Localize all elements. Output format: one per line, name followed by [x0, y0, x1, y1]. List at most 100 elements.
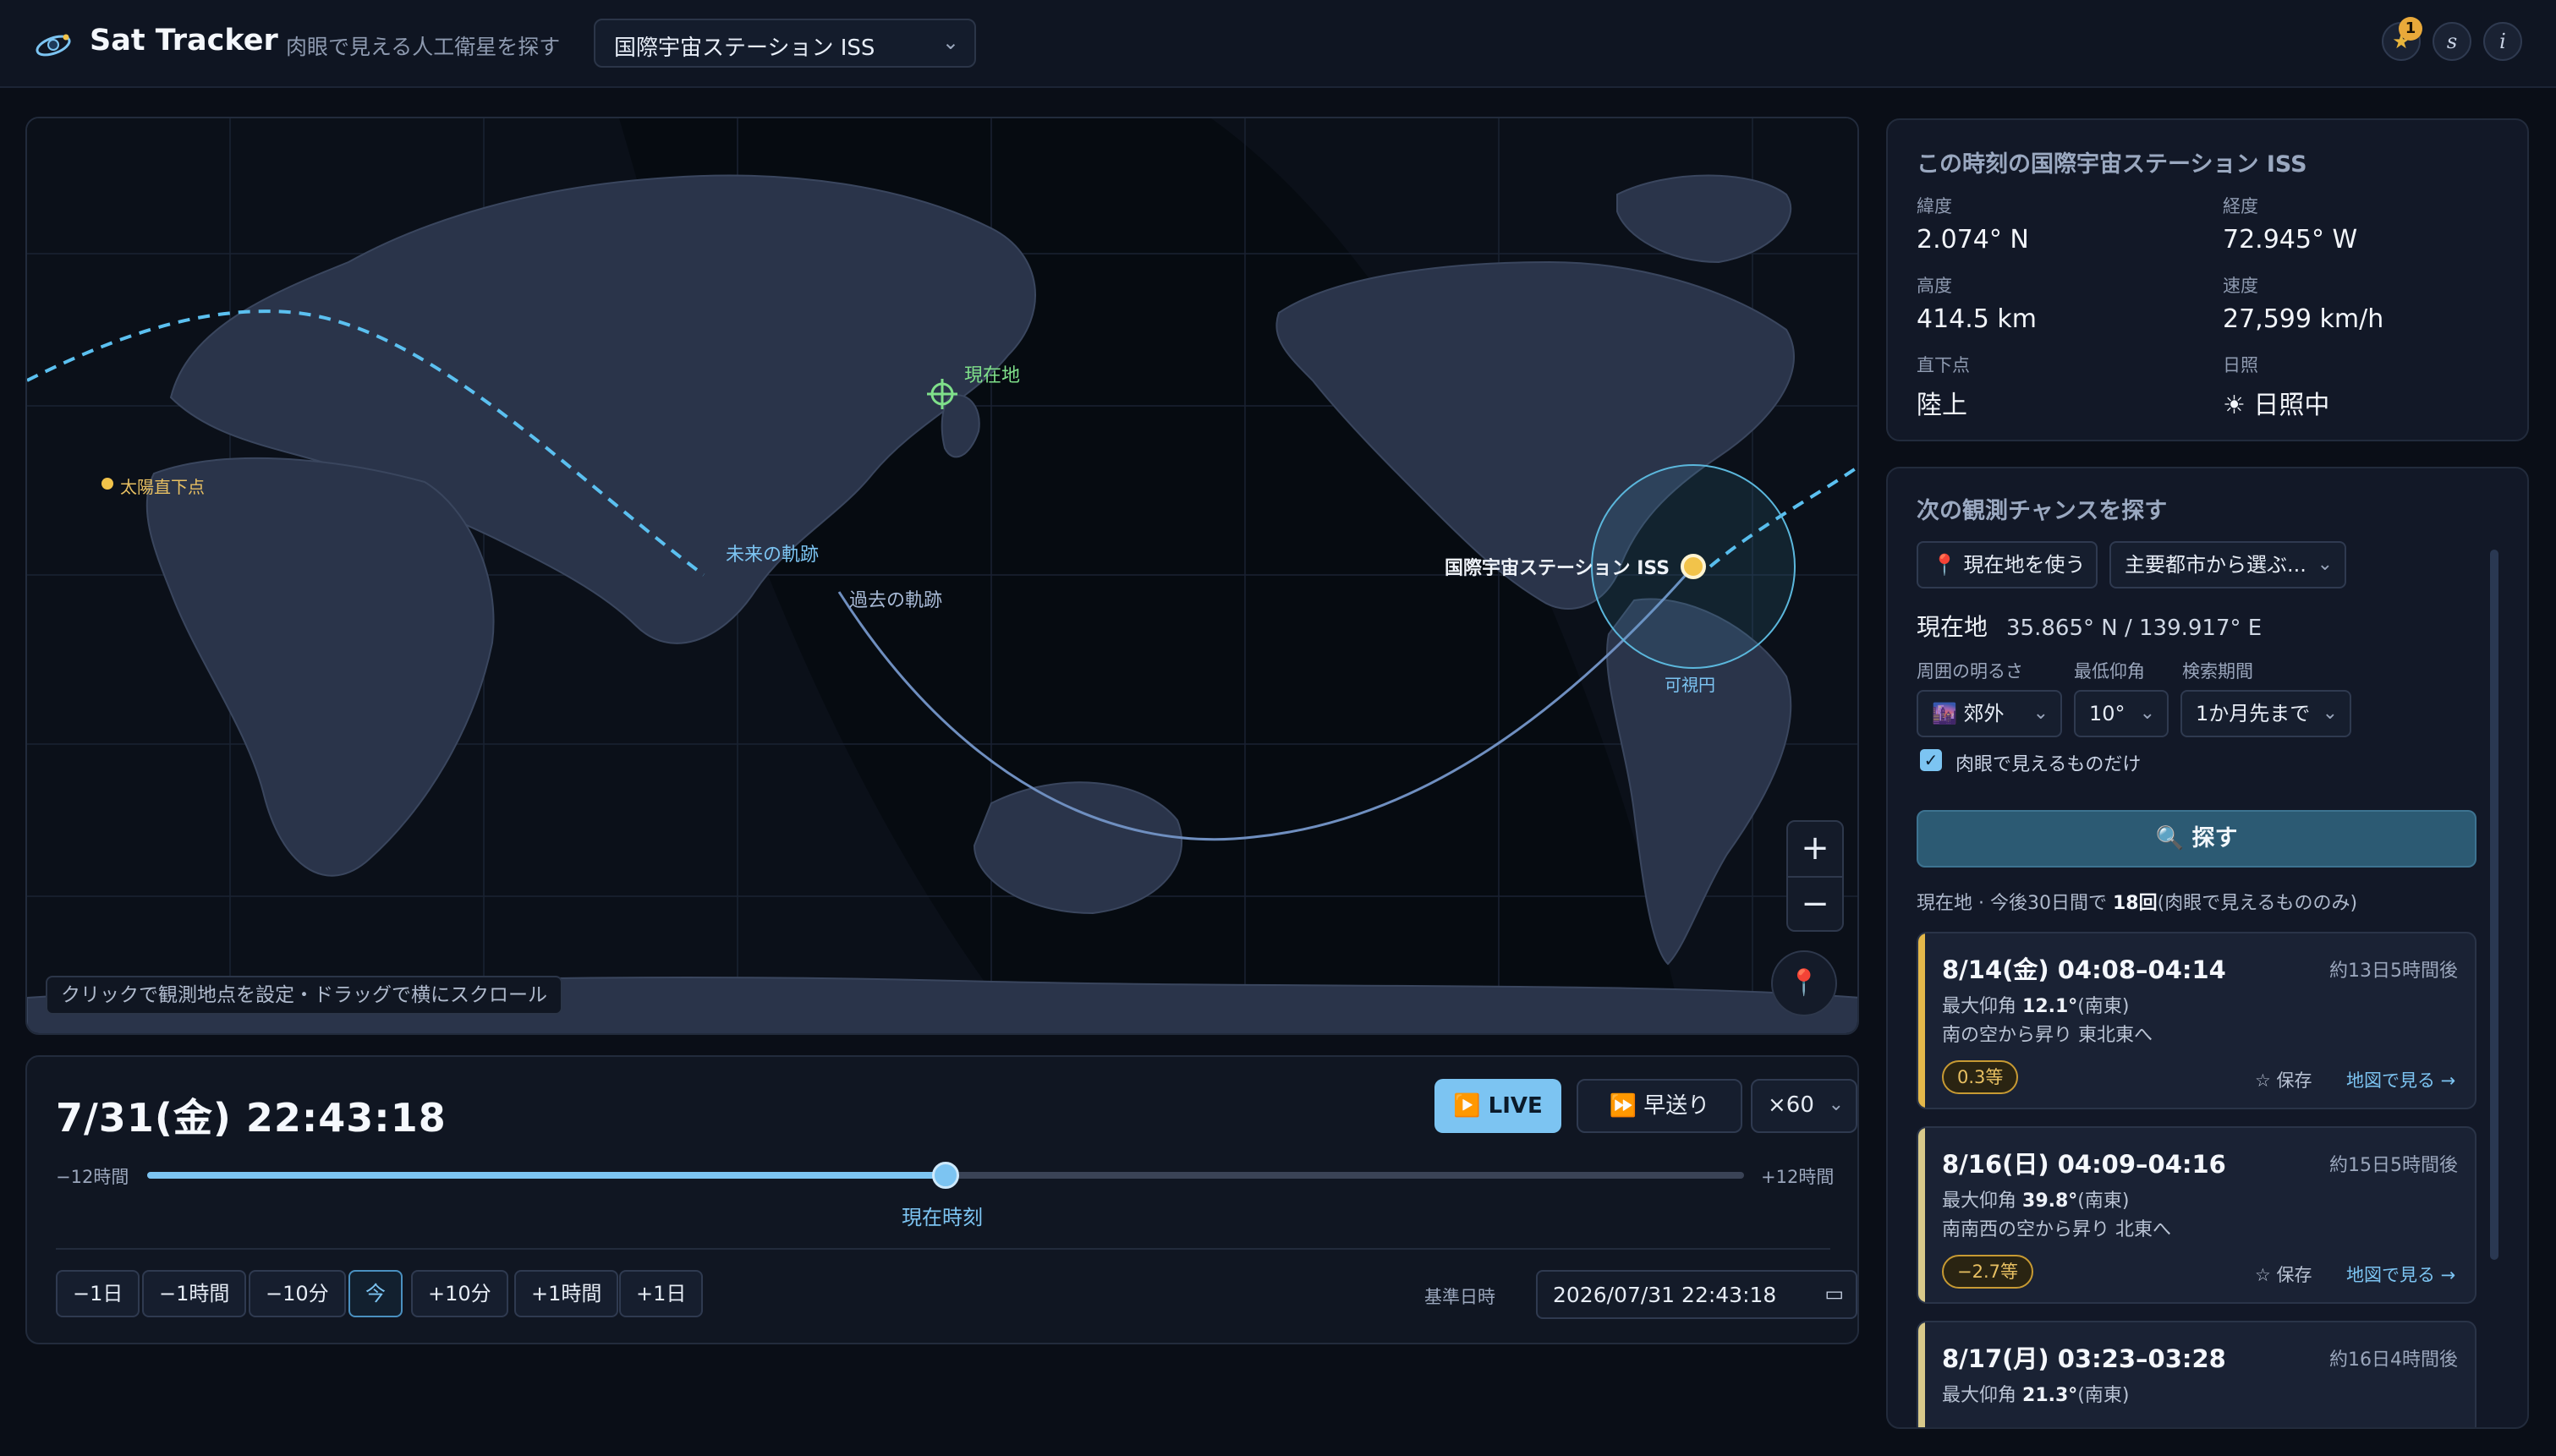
- zoom-in-button[interactable]: +: [1788, 822, 1842, 876]
- speed-select[interactable]: ×60 ⌄: [1751, 1079, 1857, 1133]
- pass-title: 8/14(金) 04:08–04:14: [1942, 955, 2226, 984]
- summary-suffix: (肉眼で見えるもののみ): [2157, 893, 2358, 914]
- satellite-select[interactable]: 国際宇宙ステーション ISS ⌄: [594, 19, 976, 68]
- magnitude-badge: 0.3等: [1942, 1060, 2019, 1094]
- past-track-label: 過去の軌跡: [849, 590, 943, 611]
- step-plus-1-hour-button[interactable]: +1時間: [514, 1270, 619, 1317]
- pass-card[interactable]: 8/16(日) 04:09–04:16 約15日5時間後 最大仰角 39.8°(…: [1917, 1126, 2476, 1304]
- pass-card[interactable]: 8/14(金) 04:08–04:14 約13日5時間後 最大仰角 12.1°(…: [1917, 932, 2476, 1109]
- search-button[interactable]: 🔍 探す: [1917, 810, 2476, 868]
- satellite-marker: [1681, 554, 1706, 579]
- chevron-down-icon: ⌄: [2322, 703, 2338, 724]
- chevron-down-icon: ⌄: [2139, 703, 2155, 724]
- search-card-title: 次の観測チャンスを探す: [1917, 498, 2168, 524]
- chevron-down-icon: ⌄: [2032, 703, 2049, 724]
- brightness-value: 🌆 郊外: [1932, 702, 2005, 725]
- pass-path: 南南西の空から昇り 北東へ: [1942, 1219, 2171, 1240]
- latitude-value: 2.074° N: [1917, 225, 2029, 255]
- pass-card[interactable]: 8/17(月) 03:23–03:28 約16日4時間後 最大仰角 21.3°(…: [1917, 1321, 2476, 1427]
- base-datetime-input[interactable]: 2026/07/31 22:43:18 ▭: [1536, 1270, 1857, 1319]
- app-header: Sat Tracker 肉眼で見える人工衛星を探す 国際宇宙ステーション ISS…: [0, 0, 2556, 88]
- favorites-count-badge: 1: [2399, 17, 2422, 41]
- magnitude-badge: −2.7等: [1942, 1255, 2033, 1289]
- step-minus-10-min-button[interactable]: −10分: [249, 1270, 346, 1317]
- summary-count: 18回: [2112, 893, 2158, 914]
- pass-max-elevation: 最大仰角 12.1°(南東): [1942, 991, 2129, 1018]
- satellite-logo-icon: [36, 34, 71, 57]
- latitude-label: 緯度: [1917, 196, 1952, 216]
- world-map[interactable]: 現在地 太陽直下点 未来の軌跡 過去の軌跡 国際宇宙ステーション ISS 可視円…: [25, 117, 1859, 1035]
- max-elevation-label: 最大仰角: [1942, 1191, 2017, 1212]
- time-slider-fill: [147, 1172, 946, 1179]
- max-elevation-direction: (南東): [2077, 1191, 2130, 1212]
- elevation-select[interactable]: 10° ⌄: [2074, 690, 2169, 737]
- longitude-value: 72.945° W: [2223, 225, 2358, 255]
- zoom-control: + −: [1786, 820, 1844, 932]
- satellite-map-label: 国際宇宙ステーション ISS: [1445, 558, 1670, 579]
- altitude-label: 高度: [1917, 276, 1952, 296]
- city-select[interactable]: 主要都市から選ぶ... ⌄: [2109, 541, 2346, 588]
- period-value: 1か月先まで: [2196, 702, 2311, 725]
- brightness-label: 周囲の明るさ: [1917, 661, 2023, 681]
- pass-max-elevation: 最大仰角 21.3°(南東): [1942, 1380, 2129, 1407]
- view-on-map-link[interactable]: 地図で見る →: [2346, 1262, 2455, 1287]
- pass-list-scrollbar[interactable]: [2490, 550, 2498, 1260]
- pass-accent-bar: [1918, 1322, 1925, 1427]
- max-elevation-value: 39.8°: [2022, 1191, 2078, 1212]
- base-datetime-label: 基準日時: [1424, 1287, 1495, 1307]
- pass-accent-bar: [1918, 1128, 1925, 1302]
- save-pass-button[interactable]: ☆ 保存: [2255, 1067, 2312, 1092]
- max-elevation-value: 12.1°: [2022, 996, 2078, 1017]
- map-hint: クリックで観測地点を設定・ドラッグで横にスクロール: [46, 976, 562, 1015]
- sunlight-label: 日照: [2223, 355, 2258, 375]
- pass-relative-time: 約13日5時間後: [2329, 961, 2458, 982]
- visibility-circle-label: 可視円: [1665, 675, 1715, 695]
- share-button[interactable]: s: [2433, 22, 2471, 61]
- app-title: Sat Tracker: [90, 24, 278, 57]
- city-select-value: 主要都市から選ぶ...: [2125, 553, 2306, 577]
- speed-value: 27,599 km/h: [2223, 304, 2384, 334]
- zoom-out-button[interactable]: −: [1788, 878, 1842, 932]
- step-minus-1-hour-button[interactable]: −1時間: [142, 1270, 247, 1317]
- live-button[interactable]: ▶️ LIVE: [1434, 1079, 1561, 1133]
- sun-subpoint-marker: [101, 478, 113, 490]
- brightness-select[interactable]: 🌆 郊外 ⌄: [1917, 690, 2062, 737]
- step-now-button[interactable]: 今: [348, 1270, 403, 1317]
- range-max-label: +12時間: [1761, 1167, 1835, 1187]
- current-time-display: 7/31(金) 22:43:18: [56, 1095, 447, 1141]
- future-track-label: 未来の軌跡: [726, 545, 820, 566]
- view-on-map-link[interactable]: 地図で見る →: [2346, 1067, 2455, 1092]
- range-min-label: −12時間: [56, 1167, 129, 1187]
- period-select[interactable]: 1か月先まで ⌄: [2180, 690, 2351, 737]
- pass-search-card: 次の観測チャンスを探す 📍 現在地を使う 主要都市から選ぶ... ⌄ 現在地 35…: [1886, 467, 2529, 1429]
- step-plus-1-day-button[interactable]: +1日: [619, 1270, 704, 1317]
- step-plus-10-min-button[interactable]: +10分: [411, 1270, 508, 1317]
- max-elevation-value: 21.3°: [2022, 1385, 2078, 1406]
- save-pass-button[interactable]: ☆ 保存: [2255, 1262, 2312, 1287]
- chevron-down-icon: ⌄: [1828, 1094, 1844, 1115]
- sunlight-value: ☀ 日照中: [2223, 391, 2330, 420]
- location-line: 現在地 35.865° N / 139.917° E: [1917, 609, 2262, 643]
- time-panel-divider: [56, 1248, 1830, 1250]
- use-location-button[interactable]: 📍 現在地を使う: [1917, 541, 2098, 588]
- step-minus-1-day-button[interactable]: −1日: [56, 1270, 140, 1317]
- pass-title: 8/17(月) 03:23–03:28: [1942, 1344, 2226, 1373]
- pass-relative-time: 約15日5時間後: [2329, 1155, 2458, 1176]
- info-button[interactable]: i: [2483, 22, 2522, 61]
- max-elevation-direction: (南東): [2077, 1385, 2130, 1406]
- info-card-title: この時刻の国際宇宙ステーション ISS: [1917, 151, 2307, 178]
- subpoint-label: 直下点: [1917, 355, 1970, 375]
- fast-forward-button[interactable]: ⏩ 早送り: [1577, 1079, 1742, 1133]
- max-elevation-label: 最大仰角: [1942, 996, 2017, 1017]
- pass-path: 南の空から昇り 東北東へ: [1942, 1025, 2153, 1046]
- satellite-select-value: 国際宇宙ステーション ISS: [614, 36, 875, 61]
- time-slider-thumb[interactable]: [932, 1162, 959, 1189]
- naked-eye-checkbox[interactable]: ✓: [1920, 749, 1942, 771]
- max-elevation-label: 最大仰角: [1942, 1385, 2017, 1406]
- calendar-icon[interactable]: ▭: [1824, 1282, 1844, 1305]
- naked-eye-label[interactable]: 肉眼で見えるものだけ: [1955, 749, 2141, 776]
- locate-button[interactable]: 📍: [1771, 950, 1837, 1016]
- max-elevation-direction: (南東): [2077, 996, 2130, 1017]
- longitude-label: 経度: [2223, 196, 2258, 216]
- current-location-label: 現在地: [964, 365, 1021, 386]
